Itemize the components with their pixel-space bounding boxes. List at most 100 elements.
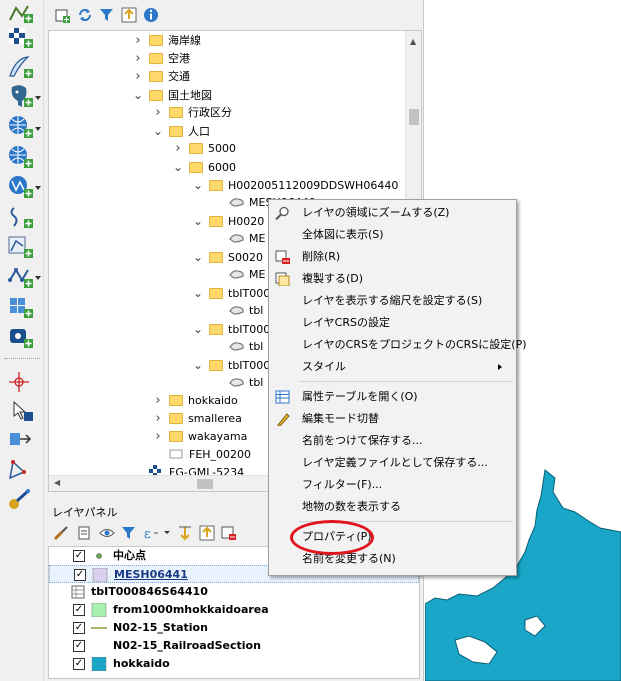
tree-item[interactable]: › wakayama xyxy=(153,428,247,446)
add-mesh-icon[interactable] xyxy=(6,294,36,318)
layer-row[interactable]: ✓ hokkaido xyxy=(49,655,419,673)
menu-item[interactable]: 削除(R) xyxy=(269,246,516,268)
add-wms-icon[interactable] xyxy=(6,114,36,138)
filter-expression-icon[interactable]: ε xyxy=(142,524,172,542)
add-selected-icon[interactable] xyxy=(54,6,72,24)
add-group-icon[interactable] xyxy=(76,524,94,542)
tree-item[interactable]: › 海岸線 xyxy=(133,32,201,50)
chevron-down-icon[interactable] xyxy=(35,276,41,280)
identify-icon[interactable] xyxy=(6,398,36,422)
chevron-down-icon[interactable]: ⌄ xyxy=(193,356,203,374)
layer-row[interactable]: ✓ from1000mhokkaidoarea xyxy=(49,601,419,619)
expand-all-icon[interactable] xyxy=(176,524,194,542)
tree-item[interactable]: ME xyxy=(213,266,265,284)
layer-visibility-checkbox[interactable]: ✓ xyxy=(73,604,85,616)
chevron-down-icon[interactable]: ⌄ xyxy=(193,212,203,230)
move-feature-icon[interactable] xyxy=(6,428,36,452)
tree-item[interactable]: FEH_00200 xyxy=(153,446,251,464)
tree-item[interactable]: ⌄ 国土地図 xyxy=(133,86,212,104)
add-virtual-layer-icon[interactable] xyxy=(6,204,36,228)
tree-item[interactable]: ⌄ 人口 xyxy=(153,122,210,140)
digitize-icon[interactable] xyxy=(6,488,36,512)
tree-item[interactable]: ⌄ tbIT000 xyxy=(193,320,270,338)
add-raster-icon[interactable] xyxy=(6,26,36,50)
chevron-right-icon[interactable]: › xyxy=(173,140,183,158)
vertex-tool-icon[interactable] xyxy=(6,458,36,482)
menu-item[interactable]: レイヤの領域にズームする(Z) xyxy=(269,202,516,224)
tree-item[interactable]: ME xyxy=(213,230,265,248)
menu-item[interactable]: レイヤのCRSをプロジェクトのCRSに設定(P) xyxy=(269,334,527,356)
tree-item[interactable]: › smallerea xyxy=(153,410,241,428)
chevron-right-icon[interactable]: › xyxy=(153,410,163,428)
filter-legend-icon[interactable] xyxy=(120,524,138,542)
menu-item[interactable]: フィルター(F)... xyxy=(269,474,516,496)
layer-row[interactable]: ✓ N02-15_RailroadSection xyxy=(49,637,419,655)
tree-item[interactable]: ⌄ H0020 xyxy=(193,212,264,230)
chevron-right-icon[interactable]: › xyxy=(153,104,163,122)
chevron-down-icon[interactable]: ⌄ xyxy=(193,176,203,194)
layer-visibility-checkbox[interactable]: ✓ xyxy=(73,622,85,634)
menu-item[interactable]: 属性テーブルを開く(O) xyxy=(269,386,516,408)
collapse-all-icon[interactable] xyxy=(120,6,138,24)
chevron-down-icon[interactable] xyxy=(35,186,41,190)
add-arcgis-icon[interactable] xyxy=(6,324,36,348)
menu-item[interactable]: レイヤCRSの設定 xyxy=(269,312,516,334)
tree-item[interactable]: tbl xyxy=(213,338,263,356)
chevron-right-icon[interactable]: › xyxy=(153,392,163,410)
filter-icon[interactable] xyxy=(98,6,116,24)
add-feature-icon[interactable] xyxy=(6,370,36,394)
add-wcs-icon[interactable] xyxy=(6,144,36,168)
chevron-down-icon[interactable]: ⌄ xyxy=(173,158,183,176)
tree-item[interactable]: ⌄ 6000 xyxy=(173,158,236,176)
info-icon[interactable] xyxy=(142,6,160,24)
visibility-eye-icon[interactable] xyxy=(98,524,116,542)
tree-item[interactable]: › 交通 xyxy=(133,68,190,86)
layer-row[interactable]: tbIT000846S64410 xyxy=(49,583,419,601)
layer-visibility-checkbox[interactable]: ✓ xyxy=(73,658,85,670)
scrollbar-thumb[interactable] xyxy=(409,109,419,125)
menu-item[interactable]: 編集モード切替 xyxy=(269,408,516,430)
tree-item[interactable]: ⌄ H002005112009DDSWH06440 xyxy=(193,176,398,194)
tree-item[interactable]: ⌄ tbIT000 xyxy=(193,284,270,302)
tree-item[interactable]: › 行政区分 xyxy=(153,104,232,122)
tree-item[interactable]: ⌄ S0020 xyxy=(193,248,263,266)
tree-item[interactable]: › hokkaido xyxy=(153,392,237,410)
menu-item[interactable]: 複製する(D) xyxy=(269,268,516,290)
add-geonode-icon[interactable] xyxy=(6,264,36,288)
new-vector-layer-icon[interactable] xyxy=(6,2,36,26)
layer-visibility-checkbox[interactable]: ✓ xyxy=(74,569,86,581)
chevron-down-icon[interactable]: ⌄ xyxy=(153,122,163,140)
chevron-right-icon[interactable]: › xyxy=(133,32,143,50)
scrollbar-thumb[interactable] xyxy=(197,479,213,489)
tree-item[interactable]: › 5000 xyxy=(173,140,236,158)
tree-item[interactable]: ⌄ tbIT000 xyxy=(193,356,270,374)
chevron-down-icon[interactable] xyxy=(35,96,41,100)
menu-item[interactable]: レイヤ定義ファイルとして保存する... xyxy=(269,452,516,474)
add-delimited-text-icon[interactable] xyxy=(6,54,36,78)
tree-item[interactable]: tbl xyxy=(213,374,263,392)
chevron-down-icon[interactable]: ⌄ xyxy=(193,248,203,266)
remove-layer-icon[interactable] xyxy=(220,524,238,542)
tree-item[interactable]: tbl xyxy=(213,302,263,320)
chevron-down-icon[interactable]: ⌄ xyxy=(133,86,143,104)
chevron-down-icon[interactable] xyxy=(35,127,41,131)
menu-item[interactable]: 全体図に表示(S) xyxy=(269,224,516,246)
chevron-right-icon[interactable]: › xyxy=(153,428,163,446)
menu-item[interactable]: スタイル xyxy=(269,356,516,378)
layer-visibility-checkbox[interactable]: ✓ xyxy=(73,550,85,562)
collapse-all-icon[interactable] xyxy=(198,524,216,542)
tree-item[interactable]: › 空港 xyxy=(133,50,190,68)
menu-item[interactable]: 地物の数を表示する xyxy=(269,496,516,518)
layer-visibility-checkbox[interactable]: ✓ xyxy=(73,640,85,652)
add-postgis-icon[interactable] xyxy=(6,83,36,107)
add-spatialite-icon[interactable] xyxy=(6,234,36,258)
layer-row[interactable]: ✓ N02-15_Station xyxy=(49,619,419,637)
chevron-down-icon[interactable]: ⌄ xyxy=(193,320,203,338)
chevron-right-icon[interactable]: › xyxy=(133,68,143,86)
scroll-up-icon[interactable]: ▲ xyxy=(410,37,416,46)
refresh-icon[interactable] xyxy=(76,6,94,24)
scroll-left-icon[interactable]: ◀ xyxy=(54,478,60,487)
chevron-right-icon[interactable]: › xyxy=(133,50,143,68)
menu-item[interactable]: 名前をつけて保存する... xyxy=(269,430,516,452)
add-wfs-icon[interactable] xyxy=(6,174,36,198)
